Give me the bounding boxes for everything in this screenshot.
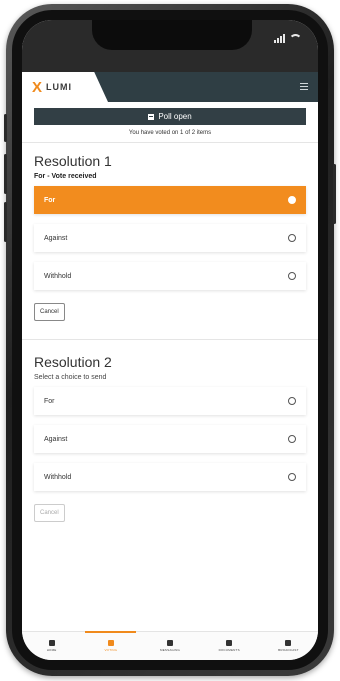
option-label: For [44,397,55,405]
poll-status-label: Poll open [158,112,192,121]
option-label: Against [44,435,68,443]
nav-label: BROADCAST [278,648,299,652]
radio-selected-icon [288,196,296,204]
nav-label: VOTING [104,648,118,652]
option-for[interactable]: For [34,387,306,415]
option-for[interactable]: For [34,186,306,214]
power-button [333,164,336,224]
option-withhold[interactable]: Withhold [34,262,306,290]
cancel-button[interactable]: Cancel [34,504,65,522]
lumi-x-icon: X [32,78,43,96]
app-header: X LUMI [22,72,318,102]
nav-voting[interactable]: VOTING [81,631,140,660]
resolution-title: Resolution 1 [34,153,112,169]
option-label: Against [44,234,68,242]
nav-home[interactable]: HOME [22,632,81,660]
nav-messaging[interactable]: MESSAGING [140,632,199,660]
nav-label: MESSAGING [160,648,180,652]
status-icons [274,34,302,43]
nav-broadcast[interactable]: BROADCAST [259,632,318,660]
radio-icon [288,435,296,443]
messaging-icon [167,640,173,646]
option-withhold[interactable]: Withhold [34,463,306,491]
option-label: For [44,196,56,204]
volume-up-button [4,154,7,194]
voting-icon [107,640,114,646]
menu-icon[interactable] [300,83,308,91]
app-screen: X LUMI Poll open You have voted on 1 of … [22,20,318,660]
divider [22,339,318,340]
radio-icon [288,473,296,481]
divider [22,142,318,143]
poll-icon [148,113,155,120]
option-label: Withhold [44,473,72,481]
nav-label: DOCUMENTS [218,648,240,652]
home-icon [48,640,55,646]
resolution-status: Select a choice to send [34,374,107,381]
resolution-1-section: Resolution 1 For - Vote received For Aga… [22,153,318,327]
bottom-nav: HOME VOTING MESSAGING DOCUMENTS BROADCAS… [22,631,318,660]
mute-switch [4,114,7,142]
poll-status-bar: Poll open [34,108,306,125]
wifi-icon [289,34,302,43]
option-label: Withhold [44,272,72,280]
nav-label: HOME [46,648,57,652]
broadcast-icon [285,640,292,646]
status-bar [22,20,318,72]
documents-icon [226,640,233,646]
cancel-button[interactable]: Cancel [34,303,65,321]
notch [92,20,252,50]
resolution-title: Resolution 2 [34,354,112,370]
nav-documents[interactable]: DOCUMENTS [200,632,259,660]
radio-icon [288,272,296,280]
radio-icon [288,234,296,242]
option-against[interactable]: Against [34,224,306,252]
volume-down-button [4,202,7,242]
signal-icon [274,34,285,43]
resolution-status: For - Vote received [34,173,97,180]
brand-name: LUMI [46,82,73,92]
radio-icon [288,397,296,405]
voted-progress-text: You have voted on 1 of 2 items [128,130,212,136]
option-against[interactable]: Against [34,425,306,453]
brand-logo: X LUMI [22,72,108,102]
resolution-2-section: Resolution 2 Select a choice to send For… [22,354,318,528]
